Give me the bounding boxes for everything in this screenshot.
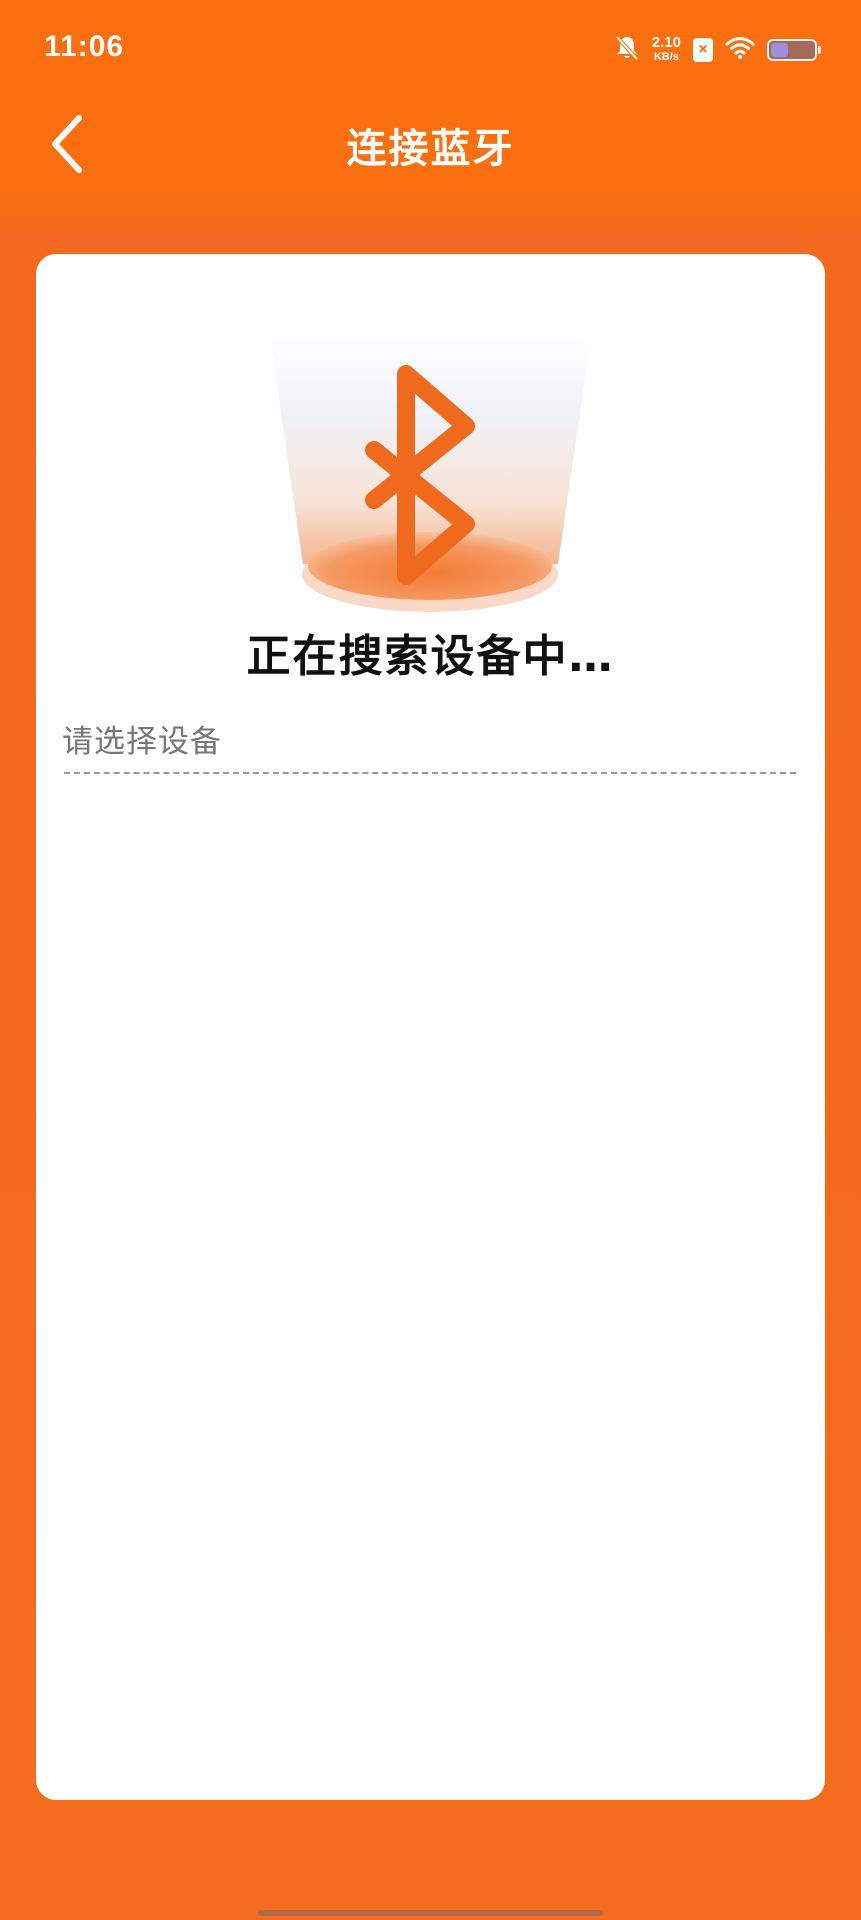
app-screen: 11:06 2.10 KB/s × 连接蓝牙 正在搜索设备中… 请选择设备 xyxy=(0,0,861,1920)
page-title: 连接蓝牙 xyxy=(346,126,515,172)
status-bar: 11:06 2.10 KB/s × xyxy=(0,0,861,100)
network-speed-unit: KB/s xyxy=(653,51,679,63)
sim-no-service-icon: × xyxy=(693,38,713,62)
device-list xyxy=(62,784,799,1780)
network-speed: 2.10 KB/s xyxy=(651,34,681,64)
bluetooth-search-illustration xyxy=(268,324,593,844)
battery-icon xyxy=(767,39,821,61)
status-time: 11:06 xyxy=(44,30,125,63)
select-device-label: 请选择设备 xyxy=(62,724,222,760)
app-header: 连接蓝牙 xyxy=(0,100,861,190)
search-status-text: 正在搜索设备中… xyxy=(246,631,615,682)
battery-level xyxy=(771,43,788,57)
home-indicator[interactable] xyxy=(258,1910,603,1916)
network-speed-value: 2.10 xyxy=(651,34,681,51)
status-icons: 2.10 KB/s × xyxy=(614,32,821,68)
wifi-icon xyxy=(725,36,755,64)
bluetooth-card: 正在搜索设备中… 请选择设备 xyxy=(36,254,825,1800)
battery-tip xyxy=(818,46,821,54)
bell-off-icon xyxy=(614,34,640,66)
dashed-divider xyxy=(64,772,796,774)
